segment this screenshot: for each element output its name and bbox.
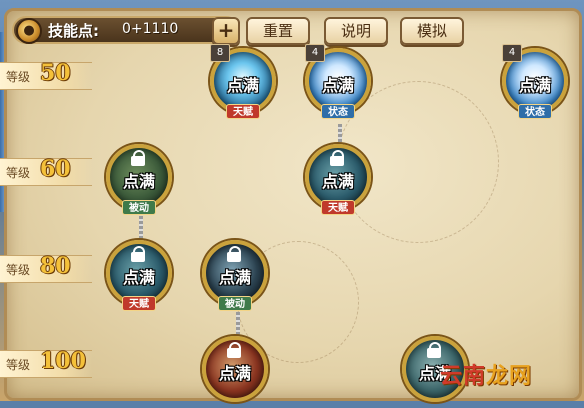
level-word: 等级 — [6, 358, 31, 372]
skill-points-label: 技能点: — [48, 22, 99, 40]
skill-max-label: 点满 — [122, 268, 155, 287]
level-label-50: 等级 50 — [0, 60, 92, 90]
skill-type-tag: 状态 — [518, 104, 552, 119]
skill-level-badge: 4 — [502, 44, 522, 62]
skill-node[interactable]: 点满 天赋 — [303, 142, 373, 216]
skill-type-tag: 天赋 — [226, 104, 260, 119]
skill-max-label: 点满 — [226, 76, 259, 95]
level-number: 100 — [40, 348, 86, 374]
lock-icon — [427, 342, 441, 360]
skill-max-label: 点满 — [122, 172, 155, 191]
lock-icon — [330, 150, 344, 168]
watermark: 云南龙网 — [440, 358, 532, 390]
skill-max-label: 点满 — [321, 172, 354, 191]
skill-points-value: 0+1110 — [122, 21, 179, 37]
skill-type-tag: 状态 — [321, 104, 355, 119]
skill-level-badge: 8 — [210, 44, 230, 62]
simulate-button[interactable]: 模拟 — [400, 17, 464, 45]
watermark-text-2: 龙网 — [486, 364, 533, 389]
level-label-100: 等级 100 — [0, 348, 92, 378]
skill-node[interactable]: 点满 天赋 — [104, 238, 174, 312]
watermark-text-1: 云南 — [440, 364, 487, 389]
skill-type-tag: 天赋 — [321, 200, 355, 215]
level-number: 60 — [40, 156, 71, 182]
level-word: 等级 — [6, 166, 31, 180]
skill-type-tag: 天赋 — [122, 296, 156, 311]
level-number: 80 — [40, 253, 71, 279]
lock-icon — [227, 246, 241, 264]
help-button[interactable]: 说明 — [324, 17, 388, 45]
level-number: 50 — [40, 60, 71, 86]
level-label-80: 等级 80 — [0, 253, 92, 283]
skill-type-tag: 被动 — [122, 200, 156, 215]
skill-max-label: 点满 — [518, 76, 551, 95]
lock-icon — [131, 150, 145, 168]
skill-max-label: 点满 — [218, 268, 251, 287]
level-word: 等级 — [6, 263, 31, 277]
add-skill-points-button[interactable]: + — [212, 17, 240, 45]
skill-node[interactable]: 点满 被动 — [104, 142, 174, 216]
lock-icon — [131, 246, 145, 264]
skill-type-tag: 被动 — [218, 296, 252, 311]
level-label-60: 等级 60 — [0, 156, 92, 186]
lock-icon — [227, 342, 241, 360]
skill-node[interactable]: 点满状态 4 — [303, 44, 373, 120]
skill-connector — [139, 216, 143, 240]
skill-max-label: 点满 — [321, 76, 354, 95]
reset-button[interactable]: 重置 — [246, 17, 310, 45]
skill-node[interactable]: 点满 被动 — [200, 238, 270, 312]
skill-node[interactable]: 点满 — [200, 334, 270, 408]
level-word: 等级 — [6, 70, 31, 84]
coin-icon: ● — [16, 18, 42, 44]
skill-level-badge: 4 — [305, 44, 325, 62]
skill-connector — [338, 124, 342, 142]
skill-node[interactable]: 点满天赋 8 — [208, 44, 278, 120]
skill-max-label: 点满 — [218, 364, 251, 383]
skill-node[interactable]: 点满状态 4 — [500, 44, 570, 120]
